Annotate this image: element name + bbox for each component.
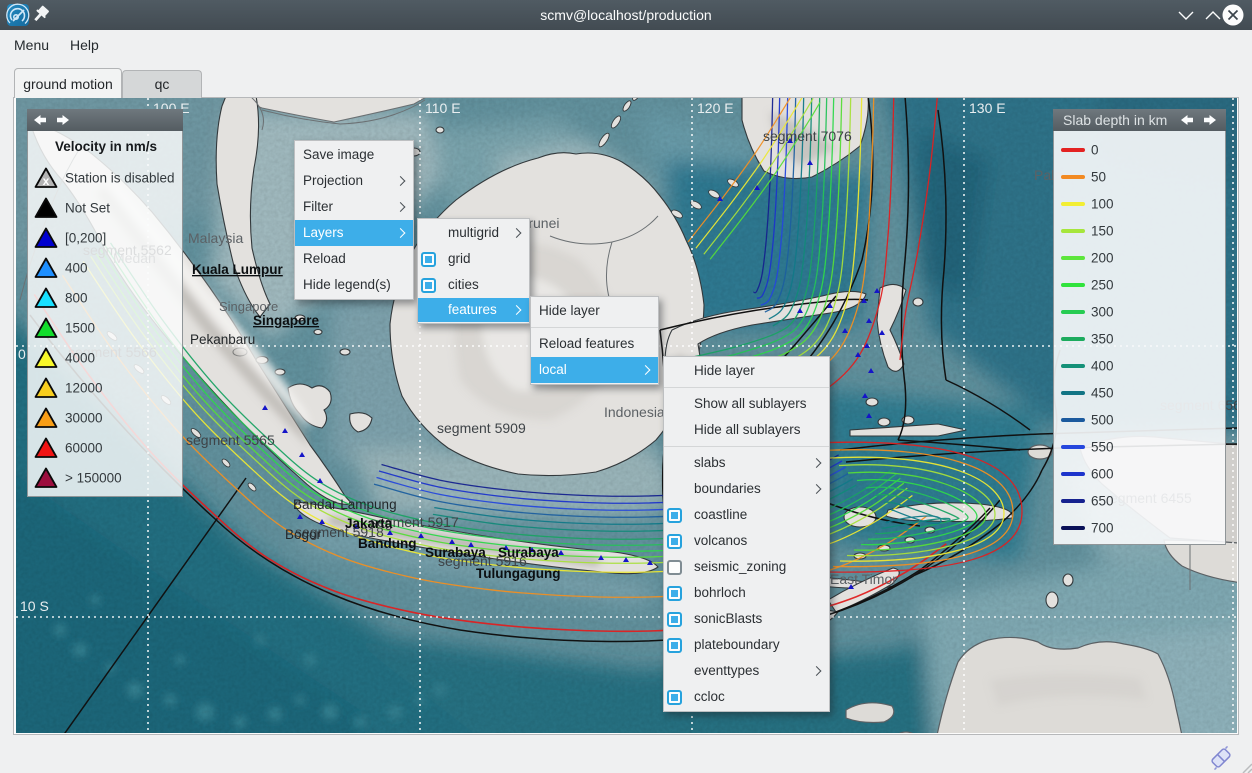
svg-text:Indonesia: Indonesia	[604, 404, 665, 420]
svg-text:segment 5565: segment 5565	[186, 432, 275, 448]
svg-text:Surabaya: Surabaya	[498, 545, 559, 560]
svg-text:x: x	[43, 174, 50, 188]
svg-text:Surabaya: Surabaya	[425, 545, 486, 560]
svg-text:10 S: 10 S	[20, 598, 49, 614]
svg-text:Kuala Lumpur: Kuala Lumpur	[192, 262, 284, 277]
svg-text:Jakarta: Jakarta	[345, 516, 393, 531]
svg-text:Pekanbaru: Pekanbaru	[190, 332, 255, 347]
svg-text:Bogor: Bogor	[285, 527, 322, 542]
svg-text:Tulungagung: Tulungagung	[476, 566, 560, 581]
svg-text:Singapore: Singapore	[253, 313, 320, 328]
svg-text:East Timor: East Timor	[830, 571, 897, 587]
svg-text:Malaysia: Malaysia	[188, 230, 243, 246]
svg-text:Bandung: Bandung	[358, 536, 417, 551]
svg-text:130 E: 130 E	[969, 100, 1006, 116]
svg-text:0: 0	[18, 346, 26, 362]
svg-text:120 E: 120 E	[697, 100, 734, 116]
svg-text:segment 7076: segment 7076	[763, 128, 852, 144]
svg-text:segment 5909: segment 5909	[437, 420, 526, 436]
svg-text:Singapore: Singapore	[219, 299, 278, 314]
svg-text:110 E: 110 E	[425, 100, 461, 116]
svg-text:Bandar Lampung: Bandar Lampung	[293, 497, 397, 512]
